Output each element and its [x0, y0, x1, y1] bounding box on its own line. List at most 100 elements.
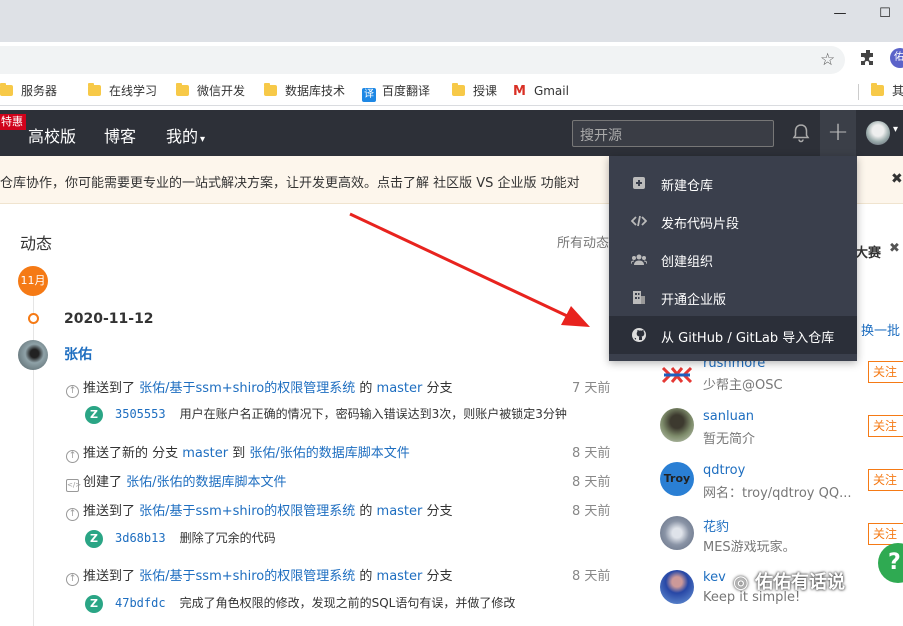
bookmark-online-learning[interactable]: 在线学习: [88, 82, 157, 100]
follow-button[interactable]: 关注: [868, 415, 903, 437]
bookmarks-divider: [858, 84, 859, 100]
bookmarks-bar: 服务器 在线学习 微信开发 数据库技术 译百度翻译 授课 M Gmail 其: [0, 76, 903, 106]
wechat-icon: ◎: [733, 572, 749, 593]
repo-link[interactable]: 张佑/张佑的数据库脚本文件: [249, 446, 409, 461]
push-icon: ↑: [66, 450, 79, 463]
search-input[interactable]: 搜开源: [572, 120, 774, 147]
commit-sha-link[interactable]: 3505553: [115, 407, 166, 421]
enterprise-icon: [633, 291, 645, 304]
nav-link-university[interactable]: 高校版: [28, 123, 76, 147]
timeline-dot: [28, 313, 39, 324]
all-activity-link[interactable]: 所有动态: [557, 232, 609, 251]
nav-link-mine[interactable]: 我的 ▾: [166, 123, 205, 147]
commit-row: Z 47bdfdc 完成了角色权限的修改，发现之前的SQL语句有误，并做了修改: [85, 594, 515, 613]
browser-titlebar: — ☐: [0, 0, 903, 42]
committer-badge: Z: [85, 406, 103, 424]
bookmark-baidu-translate[interactable]: 译百度翻译: [362, 82, 430, 102]
date-label: 2020-11-12: [64, 311, 154, 327]
recommended-user-name[interactable]: kev: [703, 570, 726, 585]
watermark-text: ◎ 佑佑有话说: [733, 572, 845, 593]
extensions-icon[interactable]: [858, 48, 878, 68]
create-dropdown-menu: 新建仓库 发布代码片段 创建组织 开通企业版 从 GitHub / GitLab…: [609, 156, 857, 361]
contest-banner-text[interactable]: 大赛: [855, 242, 881, 261]
repo-link[interactable]: 张佑/基于ssm+shiro的权限管理系统: [139, 569, 355, 584]
activity-time: 8 天前: [572, 446, 611, 461]
close-icon[interactable]: ✖: [889, 241, 900, 256]
recommended-user-desc: 少帮主@OSC: [703, 378, 783, 393]
bookmark-star-icon[interactable]: ☆: [820, 50, 835, 70]
avatar[interactable]: [660, 570, 694, 604]
activity-time: 8 天前: [572, 475, 611, 490]
address-bar-row: ☆ 佑: [0, 42, 903, 76]
chevron-down-icon[interactable]: ▾: [893, 124, 898, 135]
commit-row: Z 3d68b13 删除了冗余的代码: [85, 529, 276, 548]
follow-button[interactable]: 关注: [868, 469, 903, 491]
chevron-down-icon: ▾: [200, 134, 206, 145]
committer-badge: Z: [85, 530, 103, 548]
username-link[interactable]: 张佑: [64, 344, 92, 364]
avatar[interactable]: [660, 360, 694, 394]
repo-link[interactable]: 张佑/基于ssm+shiro的权限管理系统: [139, 381, 355, 396]
bookmark-gmail[interactable]: M Gmail: [513, 82, 569, 100]
menu-item-create-org[interactable]: 创建组织: [609, 240, 857, 278]
organization-icon: [631, 254, 647, 265]
bookmark-wechat-dev[interactable]: 微信开发: [176, 82, 245, 100]
commit-sha-link[interactable]: 3d68b13: [115, 531, 166, 545]
activity-item: ↑ 推送了新的 分支 master 到 张佑/张佑的数据库脚本文件: [66, 442, 410, 463]
maximize-icon[interactable]: ☐: [873, 6, 897, 26]
branch-link[interactable]: master: [182, 446, 228, 461]
push-icon: ↑: [66, 385, 79, 398]
menu-item-code-snippet[interactable]: 发布代码片段: [609, 202, 857, 240]
bookmark-teaching[interactable]: 授课: [452, 82, 497, 100]
create-plus-button[interactable]: +: [820, 110, 856, 156]
folder-icon: [452, 83, 465, 96]
push-icon: ↑: [66, 508, 79, 521]
branch-link[interactable]: master: [377, 569, 423, 584]
recommended-user-desc: 网名：troy/qdtroy QQ...: [703, 486, 852, 501]
activity-time: 8 天前: [572, 504, 611, 519]
follow-button[interactable]: 关注: [868, 361, 903, 383]
nav-link-blog[interactable]: 博客: [104, 123, 136, 147]
commit-row: Z 3505553 用户在账户名正确的情况下，密码输入错误达到3次，则账户被锁定3分…: [85, 405, 567, 424]
branch-link[interactable]: master: [377, 504, 423, 519]
activity-time: 8 天前: [572, 569, 611, 584]
repo-link[interactable]: 张佑/张佑的数据库脚本文件: [126, 475, 286, 490]
site-navbar: 特惠 高校版 博客 我的 ▾ 搜开源 + ▾: [0, 110, 903, 156]
bookmark-database[interactable]: 数据库技术: [264, 82, 345, 100]
push-icon: ↑: [66, 573, 79, 586]
avatar[interactable]: Troy: [660, 462, 694, 496]
commit-sha-link[interactable]: 47bdfdc: [115, 596, 166, 610]
minimize-icon[interactable]: —: [828, 6, 852, 26]
promo-badge[interactable]: 特惠: [0, 114, 26, 130]
avatar[interactable]: [660, 516, 694, 550]
activity-item: ↑ 推送到了 张佑/基于ssm+shiro的权限管理系统 的 master 分支: [66, 500, 453, 521]
file-code-icon: </>: [66, 479, 81, 492]
address-bar[interactable]: [0, 46, 845, 74]
folder-icon: [88, 83, 101, 96]
avatar[interactable]: [660, 408, 694, 442]
folder-icon: [264, 83, 277, 96]
menu-item-enterprise[interactable]: 开通企业版: [609, 278, 857, 316]
notice-text[interactable]: 仓库协作，你可能需要更专业的一站式解决方案，让开发更高效。点击了解 社区版 VS…: [0, 172, 580, 191]
new-repo-icon: [633, 177, 645, 189]
folder-icon: [871, 83, 884, 96]
repo-link[interactable]: 张佑/基于ssm+shiro的权限管理系统: [139, 504, 355, 519]
recommended-user-name[interactable]: sanluan: [703, 409, 754, 424]
avatar[interactable]: [18, 340, 48, 370]
follow-button[interactable]: 关注: [868, 523, 903, 545]
close-icon[interactable]: ✖: [891, 171, 903, 187]
translate-icon: 译: [362, 88, 376, 102]
profile-avatar[interactable]: 佑: [890, 48, 903, 68]
recommended-user-name[interactable]: qdtroy: [703, 463, 745, 478]
user-avatar[interactable]: [866, 121, 890, 145]
bookmark-server[interactable]: 服务器: [0, 82, 57, 100]
menu-item-new-repo[interactable]: 新建仓库: [609, 164, 857, 202]
bell-icon[interactable]: [790, 122, 812, 144]
recommended-user-name[interactable]: 花豹: [703, 516, 729, 535]
bookmark-other[interactable]: 其: [871, 82, 903, 100]
activity-time: 7 天前: [572, 381, 611, 396]
help-fab-button[interactable]: ?: [878, 543, 903, 583]
menu-item-import-github[interactable]: 从 GitHub / GitLab 导入仓库: [609, 316, 857, 354]
branch-link[interactable]: master: [377, 381, 423, 396]
activity-item: </> 创建了 张佑/张佑的数据库脚本文件: [66, 475, 287, 492]
